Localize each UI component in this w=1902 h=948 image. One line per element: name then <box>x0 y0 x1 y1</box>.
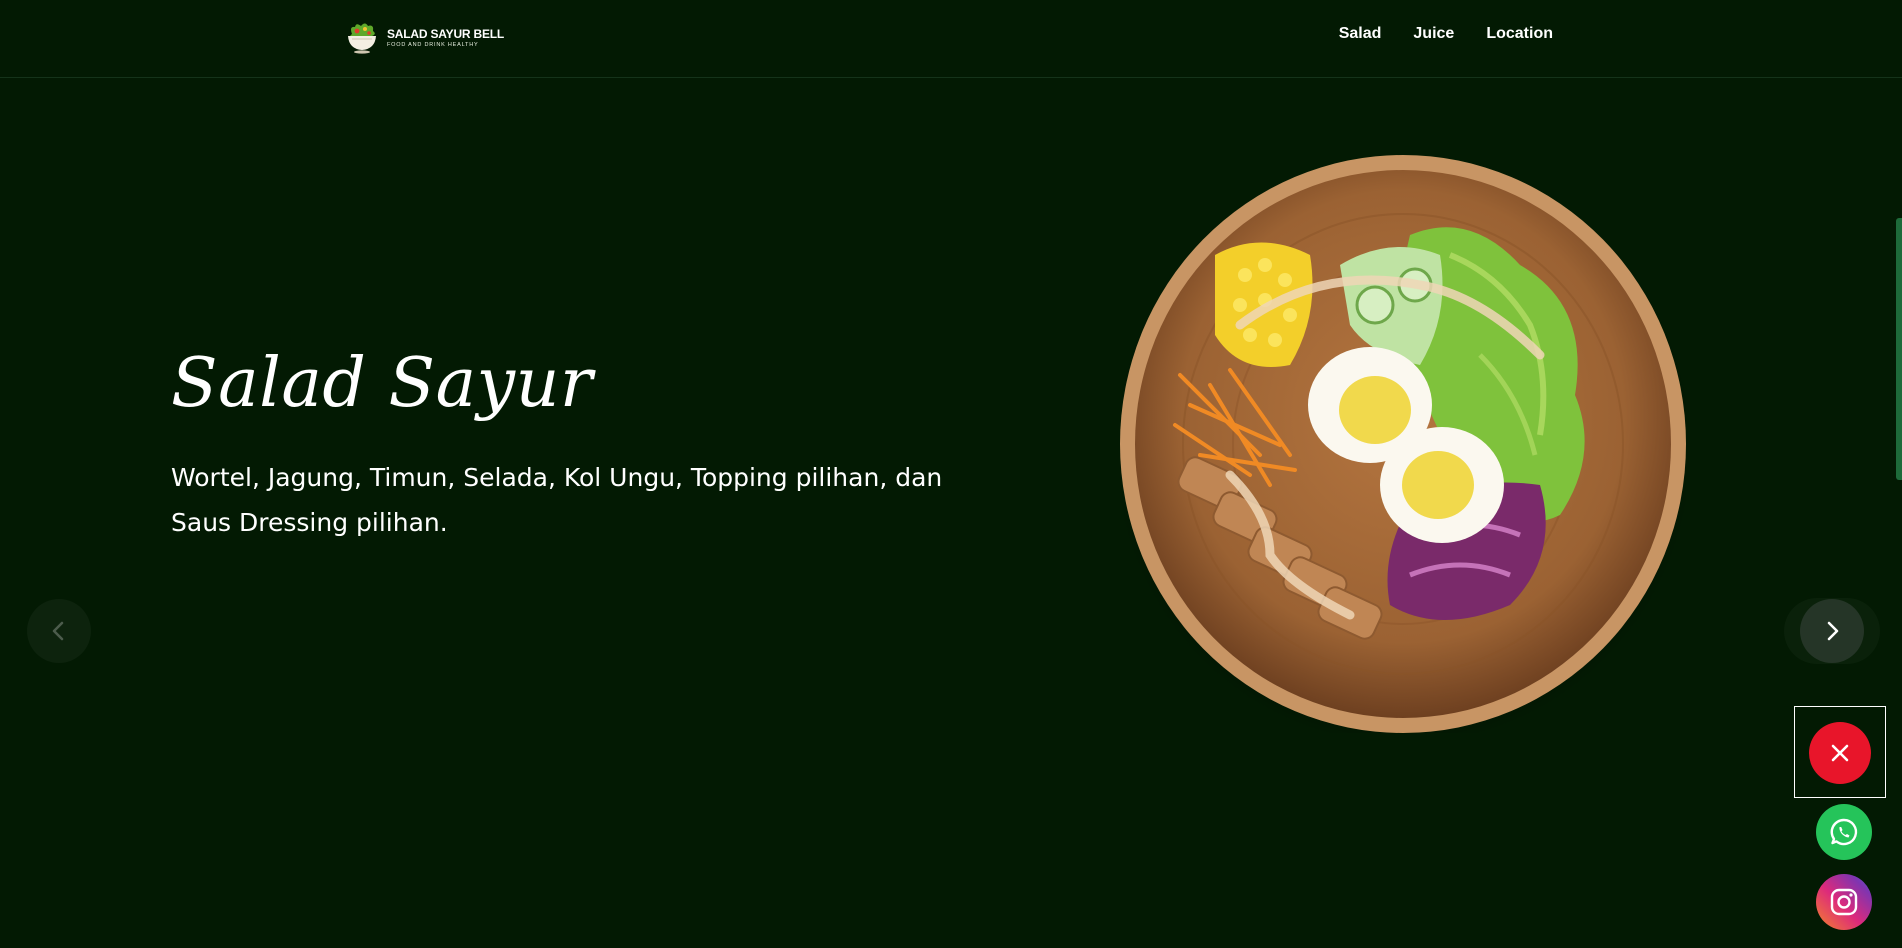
slider-next-button[interactable] <box>1800 599 1864 663</box>
brand-logo[interactable]: SALAD SAYUR BELL FOOD AND DRINK HEALTHY <box>343 20 504 56</box>
nav-juice[interactable]: Juice <box>1413 25 1454 43</box>
close-icon <box>1831 744 1849 762</box>
nav-salad[interactable]: Salad <box>1339 25 1382 43</box>
whatsapp-icon <box>1830 818 1858 846</box>
brand-name: SALAD SAYUR BELL <box>387 26 505 41</box>
whatsapp-button[interactable] <box>1816 804 1872 860</box>
site-header: SALAD SAYUR BELL FOOD AND DRINK HEALTHY … <box>0 0 1902 78</box>
hero-description: Wortel, Jagung, Timun, Selada, Kol Ungu,… <box>171 463 943 537</box>
instagram-button[interactable] <box>1816 874 1872 930</box>
brand-tagline: FOOD AND DRINK HEALTHY <box>387 41 479 48</box>
main-nav: Salad Juice Location <box>1339 25 1553 43</box>
nav-location[interactable]: Location <box>1486 25 1553 43</box>
instagram-icon <box>1830 888 1858 916</box>
salad-bowl-logo-icon <box>348 23 376 54</box>
scroll-indicator <box>1896 218 1902 480</box>
floating-close-button[interactable] <box>1809 722 1871 784</box>
slider-prev-button[interactable] <box>27 599 91 663</box>
hero-title: Salad Sayur <box>171 344 593 423</box>
chevron-right-icon <box>1827 621 1839 641</box>
salad-bowl-image <box>1120 155 1686 733</box>
chevron-left-icon <box>52 621 64 641</box>
